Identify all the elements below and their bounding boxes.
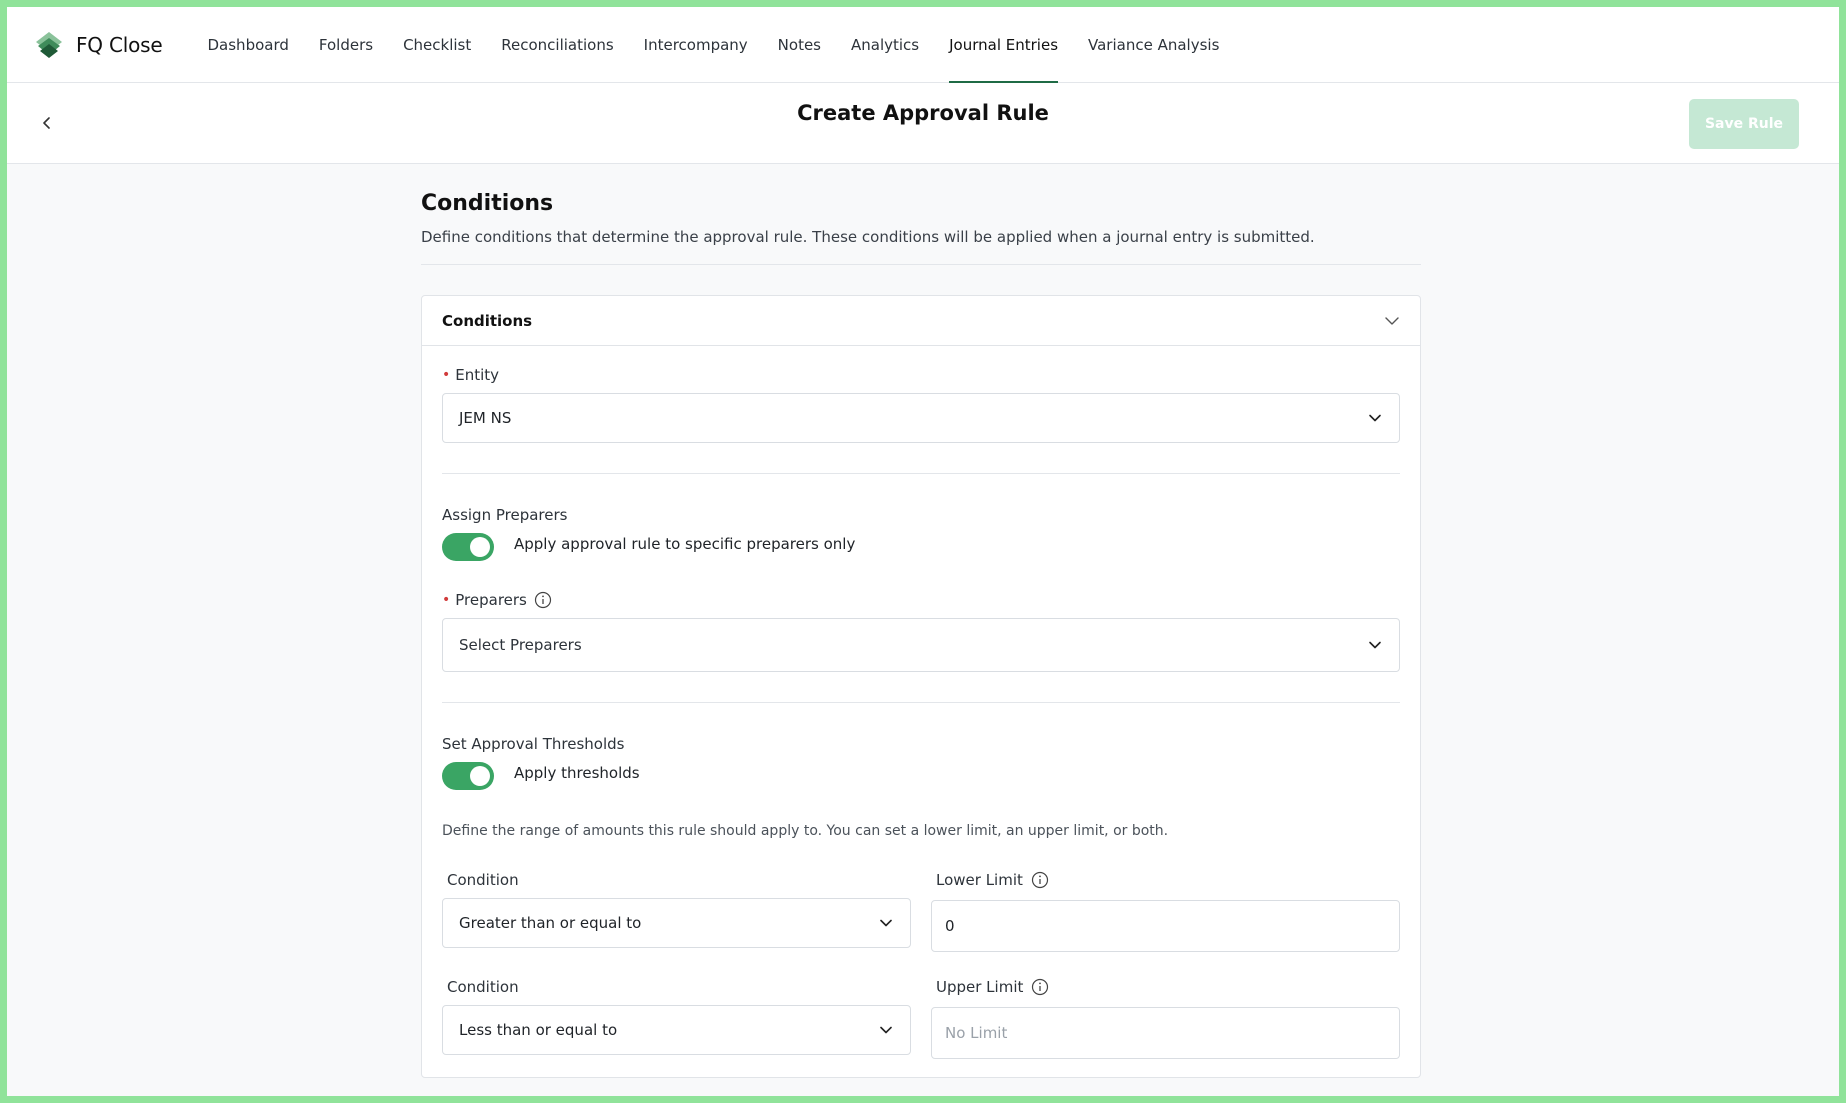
- divider: [442, 702, 1400, 703]
- info-icon[interactable]: [1031, 978, 1049, 996]
- chevron-down-icon: [1369, 414, 1381, 422]
- top-navigation: FQ Close Dashboard Folders Checklist Rec…: [7, 7, 1839, 83]
- section-description: Define conditions that determine the app…: [421, 228, 1421, 265]
- assign-preparers-toggle-row: Apply approval rule to specific preparer…: [442, 533, 1400, 561]
- entity-select[interactable]: JEM NS: [442, 393, 1400, 443]
- entity-label-row: • Entity: [442, 366, 1400, 384]
- assign-preparers-toggle[interactable]: [442, 533, 494, 561]
- conditions-card-body: • Entity JEM NS Assign Preparers Apply a…: [422, 346, 1420, 1077]
- tab-journal-entries[interactable]: Journal Entries: [934, 7, 1073, 83]
- tab-analytics[interactable]: Analytics: [836, 7, 934, 82]
- tab-variance-analysis[interactable]: Variance Analysis: [1073, 7, 1234, 82]
- upper-limit-label-row: Upper Limit: [931, 978, 1400, 996]
- preparers-label: Preparers: [455, 591, 527, 609]
- tab-intercompany[interactable]: Intercompany: [629, 7, 763, 82]
- chevron-down-icon: [1385, 316, 1399, 325]
- conditions-card: Conditions • Entity JEM NS Assign Prepar…: [421, 295, 1421, 1078]
- preparers-select[interactable]: Select Preparers: [442, 618, 1400, 672]
- preparers-label-row: • Preparers: [442, 591, 1400, 609]
- lower-condition-label: Condition: [447, 871, 519, 889]
- card-header-label: Conditions: [442, 311, 533, 330]
- lower-condition-field: Condition Greater than or equal to: [442, 871, 911, 952]
- upper-condition-field: Condition Less than or equal to: [442, 978, 911, 1059]
- tab-folders[interactable]: Folders: [304, 7, 388, 82]
- thresholds-toggle-label: Apply thresholds: [514, 764, 640, 782]
- thresholds-toggle-row: Apply thresholds: [442, 762, 1400, 790]
- conditions-card-header[interactable]: Conditions: [422, 296, 1420, 346]
- divider: [442, 473, 1400, 474]
- lower-limit-label-row: Lower Limit: [931, 871, 1400, 889]
- lower-limit-input[interactable]: [931, 900, 1400, 952]
- upper-limit-label: Upper Limit: [936, 978, 1024, 996]
- upper-condition-select[interactable]: Less than or equal to: [442, 1005, 911, 1055]
- thresholds-help-text: Define the range of amounts this rule sh…: [442, 823, 1169, 839]
- upper-condition-value: Less than or equal to: [459, 1021, 618, 1039]
- tab-notes[interactable]: Notes: [763, 7, 836, 82]
- preparers-select-placeholder: Select Preparers: [459, 636, 582, 654]
- entity-select-value: JEM NS: [459, 409, 512, 427]
- save-rule-button[interactable]: Save Rule: [1689, 99, 1799, 149]
- required-marker: •: [442, 592, 451, 608]
- chevron-down-icon: [1369, 641, 1381, 649]
- thresholds-grid: Condition Greater than or equal to Lower…: [442, 871, 1400, 1059]
- section-title: Conditions: [421, 191, 554, 216]
- thresholds-toggle[interactable]: [442, 762, 494, 790]
- conditions-section: Conditions Define conditions that determ…: [421, 191, 1421, 1078]
- entity-label: Entity: [455, 366, 500, 384]
- info-icon[interactable]: [1031, 871, 1049, 889]
- assign-preparers-toggle-label: Apply approval rule to specific preparer…: [514, 535, 856, 553]
- assign-preparers-title: Assign Preparers: [442, 506, 568, 524]
- fq-logo-icon: [36, 31, 62, 58]
- tab-dashboard[interactable]: Dashboard: [193, 7, 304, 82]
- page-header: Create Approval Rule Save Rule: [7, 83, 1839, 164]
- required-marker: •: [442, 367, 451, 383]
- upper-limit-input[interactable]: [931, 1007, 1400, 1059]
- tab-checklist[interactable]: Checklist: [388, 7, 486, 82]
- tab-reconciliations[interactable]: Reconciliations: [486, 7, 628, 82]
- app-logo[interactable]: FQ Close: [34, 30, 163, 60]
- nav-tabs: Dashboard Folders Checklist Reconciliati…: [193, 7, 1235, 83]
- page-title: Create Approval Rule: [797, 101, 1049, 125]
- lower-condition-select[interactable]: Greater than or equal to: [442, 898, 911, 948]
- info-icon[interactable]: [534, 591, 552, 609]
- upper-limit-field: Upper Limit: [931, 978, 1400, 1059]
- thresholds-title: Set Approval Thresholds: [442, 735, 625, 753]
- chevron-down-icon: [880, 919, 892, 927]
- lower-limit-field: Lower Limit: [931, 871, 1400, 952]
- chevron-down-icon: [880, 1026, 892, 1034]
- app-window: FQ Close Dashboard Folders Checklist Rec…: [7, 7, 1839, 1096]
- lower-condition-value: Greater than or equal to: [459, 914, 642, 932]
- upper-condition-label: Condition: [447, 978, 519, 996]
- lower-limit-label: Lower Limit: [936, 871, 1023, 889]
- app-name: FQ Close: [76, 32, 163, 57]
